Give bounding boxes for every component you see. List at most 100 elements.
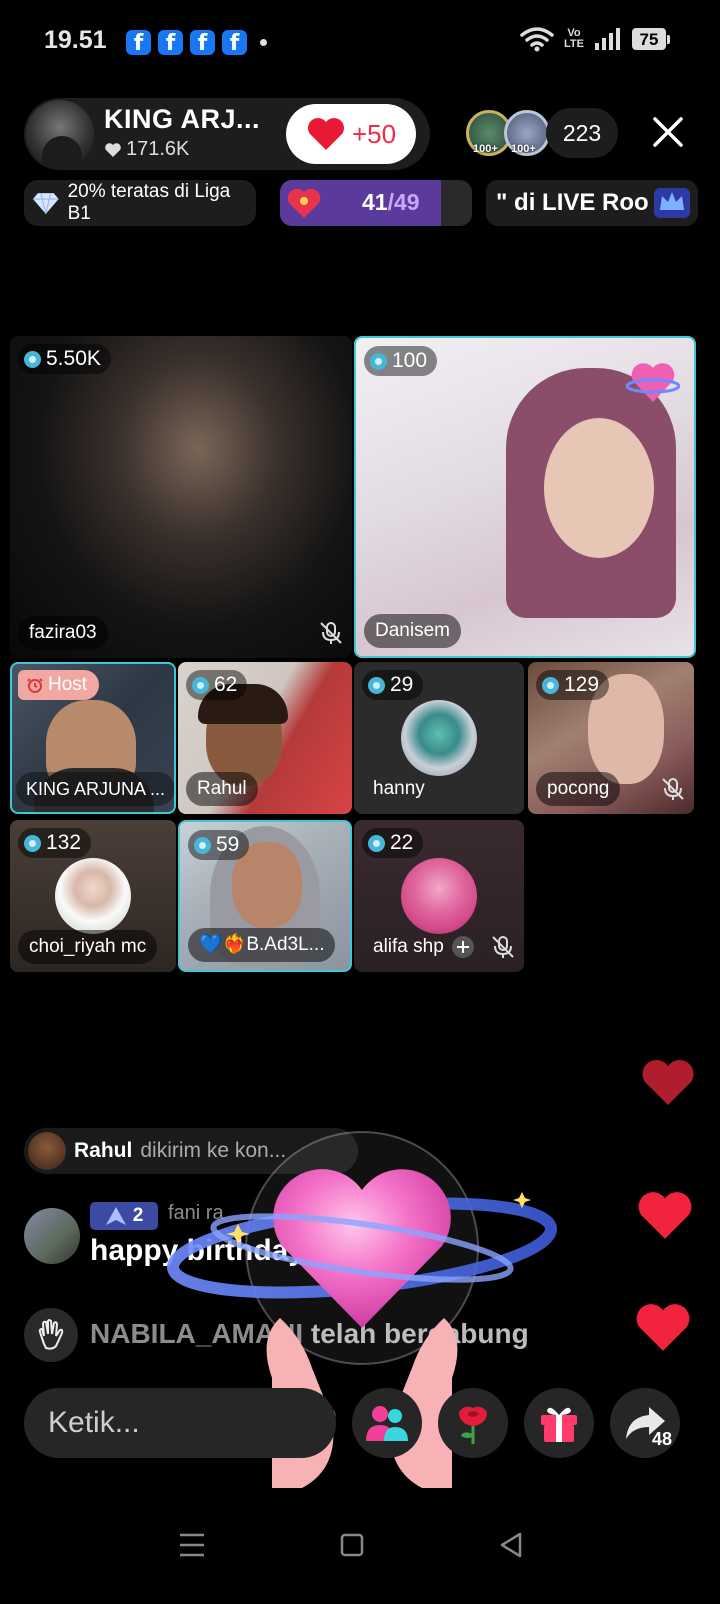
facebook-icon: f <box>158 30 183 56</box>
league-rank-badge[interactable]: 20% teratas di Liga B1 <box>24 180 256 226</box>
rose-icon <box>459 1406 487 1444</box>
guest-score: 132 <box>18 828 92 858</box>
chat-message[interactable]: 2 fani ra happy birthday <box>24 1202 584 1282</box>
home-icon[interactable] <box>340 1532 364 1558</box>
more-notifications-dot <box>260 39 267 46</box>
gift-sender-avatar <box>28 1132 66 1170</box>
chat-avatar[interactable] <box>24 1208 80 1264</box>
guest-score: 100 <box>364 346 438 376</box>
recent-apps-icon[interactable] <box>178 1532 206 1558</box>
top-viewers[interactable]: 100+ 100+ <box>466 110 550 158</box>
chat-text: happy birthday <box>90 1234 306 1267</box>
guest-score: 5.50K <box>18 344 111 374</box>
diamond-icon <box>24 834 41 852</box>
notification-icons: f f f f <box>126 30 267 56</box>
back-icon[interactable] <box>498 1532 524 1558</box>
battery-icon: 75 <box>632 28 670 50</box>
guest-tile-choi-riyah[interactable]: 132 choi_riyah mc <box>10 820 176 972</box>
guest-name: hanny <box>373 778 425 799</box>
host-name: KING ARJ... <box>104 104 261 134</box>
heart-icon <box>105 142 121 157</box>
guest-name: Danisem <box>364 614 461 648</box>
status-bar: 19.51 f f f f Vo LTE 75 <box>0 0 720 80</box>
live-room-marquee[interactable]: " di LIVE Roo <box>486 180 698 226</box>
guest-tile-rahul[interactable]: 62 Rahul <box>178 662 352 814</box>
add-friend-icon[interactable] <box>451 936 474 958</box>
gift-notice-text: dikirim ke kon... <box>140 1139 287 1162</box>
gift-icon <box>541 1407 577 1442</box>
diamond-icon <box>370 352 387 370</box>
floating-heart-icon <box>642 1059 694 1105</box>
share-count: 48 <box>651 1429 672 1449</box>
goal-progress-text: 41/49 <box>362 189 420 215</box>
heart-gift-icon <box>287 188 321 218</box>
diamond-icon <box>368 676 385 694</box>
guest-name: alifa shp <box>362 930 485 964</box>
heart-effect-icon <box>626 363 680 402</box>
wifi-icon <box>520 27 554 52</box>
facebook-icon: f <box>126 30 151 56</box>
diamond-icon <box>192 676 209 694</box>
guest-score: 129 <box>536 670 610 700</box>
gift-sender-name: Rahul <box>74 1139 133 1162</box>
guest-tile-host[interactable]: Host KING ARJUNA ... <box>10 662 176 814</box>
guest-tile-hanny[interactable]: 29 hanny <box>354 662 524 814</box>
host-likes: 171.6K <box>104 138 189 161</box>
follow-label: +50 <box>351 118 397 149</box>
viewer-count[interactable]: 223 <box>546 108 618 158</box>
guest-avatar <box>401 858 477 934</box>
follow-button[interactable]: +50 <box>286 104 416 164</box>
guest-name: fazira03 <box>18 616 108 650</box>
viewer-avatar[interactable]: 100+ <box>504 110 550 156</box>
multi-guest-button[interactable] <box>352 1388 422 1458</box>
close-icon[interactable] <box>650 114 686 150</box>
facebook-icon: f <box>190 30 215 56</box>
guest-name: Rahul <box>186 772 258 806</box>
signal-icon <box>595 28 620 50</box>
floating-heart-icon <box>638 1192 692 1239</box>
diamond-icon <box>194 836 211 854</box>
system-navigation-bar <box>0 1500 720 1604</box>
league-rank-text: 20% teratas di Liga B1 <box>67 181 231 224</box>
crown-icon <box>654 188 690 218</box>
battery-level: 75 <box>632 28 666 50</box>
diamond-icon <box>24 350 41 368</box>
level-icon <box>105 1207 126 1225</box>
volte-indicator: Vo LTE <box>564 27 584 50</box>
rose-gift-button[interactable] <box>438 1388 508 1458</box>
share-button[interactable]: 48 <box>610 1388 680 1458</box>
guest-score: 59 <box>188 830 250 860</box>
guest-name: 💙❤️‍🔥B.Ad3L... <box>188 928 336 962</box>
goal-progress-badge[interactable]: 41/49 <box>280 180 472 226</box>
mic-muted-icon <box>662 778 684 800</box>
host-info[interactable]: KING ARJ... 171.6K +50 <box>24 98 430 170</box>
level-badge: 2 <box>90 1202 158 1230</box>
diamond-icon <box>542 676 559 694</box>
guest-avatar <box>55 858 131 934</box>
guest-tile-danisem[interactable]: 100 Danisem <box>354 336 696 658</box>
chat-username[interactable]: fani ra <box>168 1202 224 1225</box>
host-icon <box>27 678 43 693</box>
gift-button[interactable] <box>524 1388 594 1458</box>
guest-tile-pocong[interactable]: 129 pocong <box>528 662 694 814</box>
host-label: Host <box>18 670 100 700</box>
mic-muted-icon <box>492 936 514 958</box>
guest-tile-alifa-shp[interactable]: 22 alifa shp <box>354 820 524 972</box>
mic-muted-icon <box>320 622 342 644</box>
host-avatar[interactable] <box>26 100 94 168</box>
join-message: NABILA_AMANI telah bergabung <box>24 1308 664 1364</box>
diamond-icon <box>32 193 59 214</box>
join-text: NABILA_AMANI telah bergabung <box>90 1318 529 1349</box>
diamond-icon <box>368 834 385 852</box>
status-indicators: Vo LTE 75 <box>520 26 670 52</box>
guest-name: choi_riyah mc <box>18 930 158 964</box>
guest-tile-b-ad3l[interactable]: 59 💙❤️‍🔥B.Ad3L... <box>178 820 352 972</box>
guest-tile-fazira03[interactable]: 5.50K fazira03 <box>10 336 352 658</box>
comment-input[interactable]: Ketik... <box>24 1388 336 1458</box>
guest-score: 62 <box>186 670 248 700</box>
guests-icon <box>366 1406 408 1441</box>
marquee-text: " di LIVE Roo <box>496 189 649 216</box>
gift-notification: Rahul dikirim ke kon... <box>24 1128 358 1174</box>
facebook-icon: f <box>222 30 247 56</box>
video-frame <box>544 418 654 558</box>
